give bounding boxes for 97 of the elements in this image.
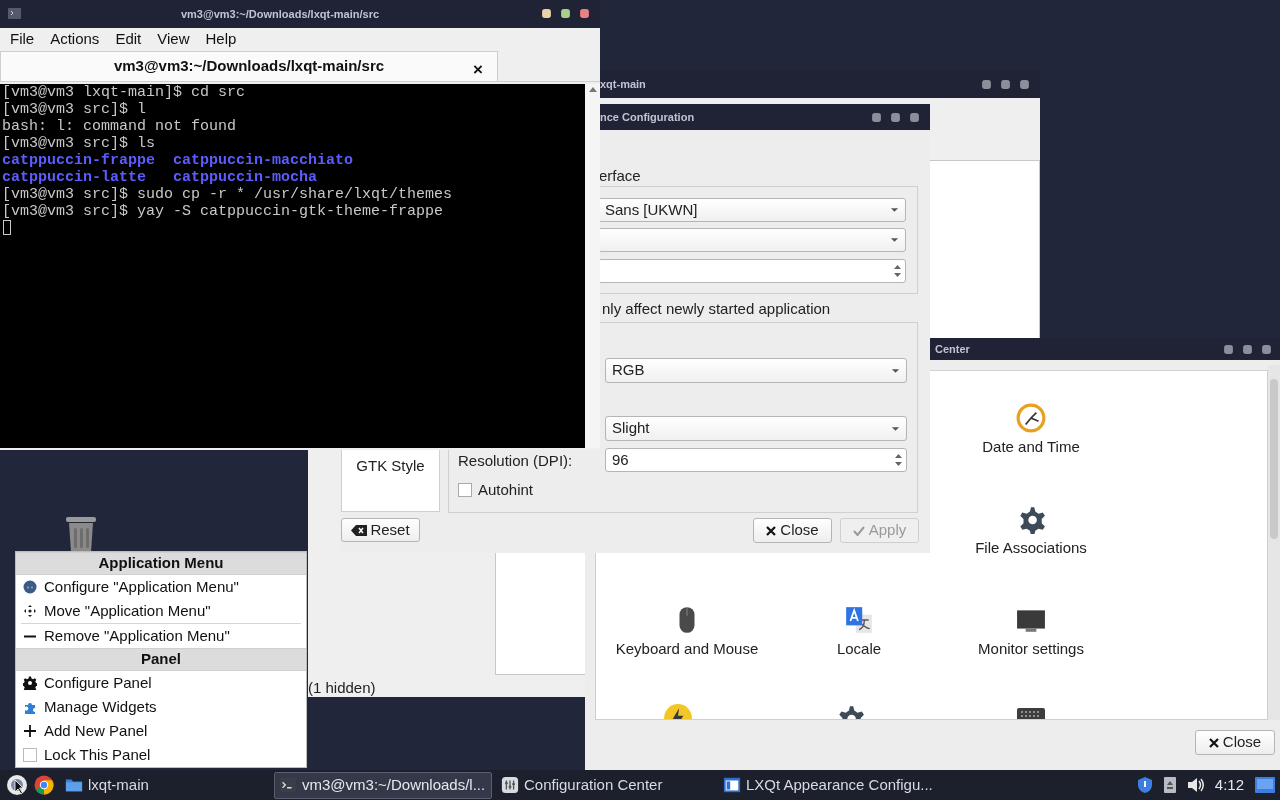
settings-item-label[interactable]: File Associations: [975, 537, 1087, 560]
window-control-icon[interactable]: [1261, 343, 1272, 355]
terminal-line: [vm3@vm3 src]$ yay -S catppuccin-gtk-theme-frappe: [1, 203, 445, 220]
caret-icon: [890, 237, 899, 243]
window-control-icon[interactable]: [981, 78, 992, 90]
configure-icon: [23, 580, 37, 594]
menu-item[interactable]: View: [149, 27, 198, 51]
window-control-icon[interactable]: [1019, 78, 1030, 90]
terminal-line: [vm3@vm3 src]$ sudo cp -r * /usr/share/lxqt/themes: [1, 186, 454, 203]
checkbox[interactable]: [23, 748, 37, 762]
terminal-line: [vm3@vm3 src]$ l: [1, 101, 148, 118]
status-text: (1 hidden): [308, 678, 376, 698]
settings-item-label[interactable]: Keyboard and Mouse: [615, 638, 759, 661]
settings-item-label[interactable]: Locale: [836, 638, 882, 661]
terminal-tab[interactable]: vm3@vm3:~/Downloads/lxqt-main/src ×: [0, 51, 498, 81]
close-icon: [1208, 737, 1219, 748]
menu-item[interactable]: Manage Widgets: [16, 695, 306, 719]
window-title: xqt-main: [600, 76, 646, 92]
terminal-line: catppuccin-frappe catppuccin-macchiato: [1, 152, 355, 169]
window-control-icon[interactable]: [909, 111, 920, 123]
menu-item[interactable]: Configure "Application Menu": [16, 575, 306, 599]
move-icon: [23, 604, 37, 618]
dropdown[interactable]: RGB: [605, 358, 907, 383]
taskbar-button[interactable]: Configuration Center: [496, 771, 714, 799]
reset-button[interactable]: Reset: [341, 518, 420, 542]
note-text: nly affect newly started application: [602, 299, 831, 319]
window-control-icon[interactable]: [541, 8, 552, 19]
settings-item-label[interactable]: Date and Time: [982, 436, 1080, 459]
menu-item[interactable]: Add New Panel: [16, 719, 306, 743]
menu-item[interactable]: Configure Panel: [16, 671, 306, 695]
caret-icon: [891, 367, 900, 374]
menu-section-header: Panel: [16, 648, 306, 671]
drive-icon[interactable]: [1162, 776, 1177, 794]
show-desktop-icon[interactable]: [1254, 775, 1276, 795]
text-cursor: [3, 220, 11, 235]
window-control-icon[interactable]: [871, 111, 882, 123]
spin-arrows-icon[interactable]: [893, 263, 902, 279]
scrollbar[interactable]: [585, 84, 600, 448]
section-label: erface: [599, 166, 641, 186]
field-label: Resolution (DPI):: [458, 451, 573, 471]
terminal-icon: [8, 8, 21, 19]
terminal-line: [vm3@vm3 src]$ ls: [1, 135, 157, 152]
menu-section-header: Application Menu: [16, 552, 306, 575]
dropdown[interactable]: Sans [UKWN]: [598, 198, 906, 222]
settings-icon: [501, 776, 519, 794]
puzzle-icon: [23, 700, 37, 714]
locale-icon[interactable]: [844, 605, 874, 635]
menu-item[interactable]: Help: [197, 27, 245, 51]
caret-icon: [891, 425, 900, 432]
menu-item[interactable]: Remove "Application Menu": [16, 624, 306, 648]
close-button[interactable]: Close: [753, 518, 832, 543]
menu-item[interactable]: File: [2, 27, 43, 51]
shield-icon[interactable]: [1136, 776, 1153, 794]
terminal-line: bash: l: command not found: [1, 118, 238, 135]
spin-arrows-icon[interactable]: [894, 452, 903, 468]
scroll-up-icon[interactable]: [588, 86, 597, 92]
browser-icon[interactable]: [34, 775, 54, 795]
terminal-icon: [279, 776, 297, 794]
window-title: nce Configuration: [600, 109, 695, 125]
window-title: Center: [935, 341, 970, 357]
clock-icon[interactable]: [1016, 403, 1046, 433]
window-title: vm3@vm3:~/Downloads/lxqt-main/src: [180, 6, 380, 22]
caret-icon: [890, 207, 899, 213]
menu-item[interactable]: Actions: [42, 27, 108, 51]
terminal-line: [vm3@vm3 lxqt-main]$ cd src: [1, 84, 247, 101]
scrollbar-thumb[interactable]: [1270, 379, 1278, 539]
plus-icon: [23, 724, 37, 738]
dropdown[interactable]: Slight: [605, 416, 907, 441]
number-field[interactable]: [598, 259, 906, 283]
window-control-icon[interactable]: [890, 111, 901, 123]
close-button[interactable]: Close: [1195, 730, 1275, 755]
menu-item[interactable]: Move "Application Menu": [16, 599, 306, 623]
window-control-icon[interactable]: [1242, 343, 1253, 355]
terminal-line: catppuccin-latte catppuccin-mocha: [1, 169, 319, 186]
window-control-icon[interactable]: [579, 8, 590, 19]
volume-icon[interactable]: [1186, 777, 1205, 793]
window-control-icon[interactable]: [560, 8, 571, 19]
close-tab-button[interactable]: ×: [473, 57, 483, 83]
settings-icon: [23, 676, 37, 690]
menu-item[interactable]: Edit: [107, 27, 150, 51]
app-menu-icon[interactable]: [6, 774, 28, 796]
taskbar-button[interactable]: lxqt-main: [60, 771, 270, 799]
taskbar-button[interactable]: LXQt Appearance Configu...: [718, 771, 938, 799]
close-icon: [766, 525, 777, 536]
window-control-icon[interactable]: [1223, 343, 1234, 355]
backspace-icon: [351, 524, 368, 536]
autohint-checkbox[interactable]: Autohint: [458, 479, 534, 502]
settings-item-label[interactable]: Monitor settings: [978, 638, 1084, 661]
sidebar-item[interactable]: GTK Style: [341, 448, 440, 512]
scrollbar[interactable]: [1268, 365, 1280, 720]
taskbar-button[interactable]: vm3@vm3:~/Downloads/l...: [274, 771, 492, 799]
clock-text[interactable]: 4:12: [1214, 773, 1244, 797]
window-icon: [723, 776, 741, 794]
dpi-field[interactable]: 96: [605, 448, 907, 472]
check-icon: [852, 525, 865, 536]
menu-item[interactable]: Lock This Panel: [16, 743, 306, 767]
window-control-icon[interactable]: [1000, 78, 1011, 90]
